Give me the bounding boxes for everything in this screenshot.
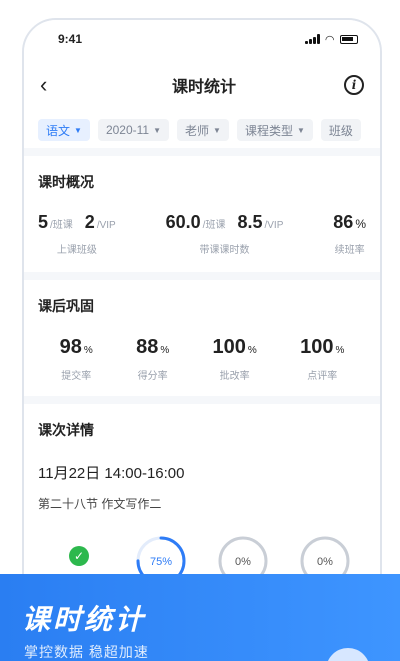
consolidation-title: 课后巩固	[38, 298, 94, 314]
caret-down-icon: ▼	[296, 125, 305, 135]
unit-label: /班课	[202, 220, 226, 231]
battery-icon	[340, 34, 358, 44]
phone-frame: 9:41 ◠ ‹ 课时统计 i 语文 ▼ 2020-11 ▼ 老师 ▼ 课程类型 ▼ 班…	[22, 18, 382, 661]
grading-rate: 100% 批改率	[213, 336, 257, 382]
rate-value: 100	[300, 336, 334, 358]
classes-count: 5	[38, 212, 49, 232]
overview-metrics: 5/班课 2/VIP 上课班级 60.0/班课 8.5/VIP 带课课时数 86…	[38, 192, 366, 272]
metric-label: 续班率	[334, 245, 365, 256]
metric-classes: 5/班课 2/VIP 上课班级	[38, 212, 116, 256]
unit-label: /班课	[50, 220, 73, 231]
hours-count: 60.0	[165, 212, 201, 232]
consolidation-metrics: 98% 提交率 88% 得分率 100% 批改率 100% 点评率	[38, 316, 366, 396]
check-icon: ✓	[69, 546, 89, 566]
banner-title: 课时统计	[22, 604, 147, 635]
filter-label: 班级	[328, 123, 353, 138]
metric-label: 上课班级	[56, 245, 97, 256]
ring-value: 0%	[235, 556, 251, 568]
banner-subtitle: 掌控数据 稳超加速	[24, 644, 149, 660]
nav-bar: ‹ 课时统计 i	[24, 58, 380, 112]
unit-label: /VIP	[264, 220, 284, 231]
rate-label: 提交率	[61, 371, 92, 382]
review-rate: 100% 点评率	[300, 336, 344, 382]
unit-label: %	[83, 345, 93, 356]
rate-label: 点评率	[307, 371, 338, 382]
ring-value: 0%	[317, 556, 333, 568]
filter-subject[interactable]: 语文 ▼	[38, 119, 90, 141]
hours-vip: 8.5	[237, 212, 263, 232]
unit-label: %	[160, 345, 170, 356]
consolidation-card: 课后巩固 98% 提交率 88% 得分率 100% 批改率 100% 点评率	[24, 280, 380, 396]
filter-label: 课程类型	[244, 123, 293, 138]
caret-down-icon: ▼	[153, 125, 162, 135]
filter-label: 语文	[46, 123, 71, 138]
score-rate: 88% 得分率	[136, 336, 169, 382]
unit-label: /VIP	[96, 220, 116, 231]
filter-teacher[interactable]: 老师 ▼	[177, 119, 229, 141]
filter-class[interactable]: 班级	[320, 119, 361, 141]
caret-down-icon: ▼	[213, 125, 221, 135]
status-bar: 9:41 ◠	[24, 20, 380, 58]
filter-course-type[interactable]: 课程类型 ▼	[236, 119, 313, 141]
promo-banner: 课时统计 掌控数据 稳超加速	[0, 574, 400, 661]
filter-label: 老师	[185, 123, 210, 138]
rate-value: 100	[212, 336, 246, 358]
status-time: 9:41	[58, 32, 83, 46]
unit-label: %	[335, 345, 345, 356]
signal-icon	[304, 34, 320, 44]
status-icons: ◠	[304, 33, 358, 46]
rate-label: 得分率	[137, 371, 168, 382]
banner-circle-icon	[326, 648, 370, 661]
rate-value: 98	[59, 336, 82, 358]
session-title: 课次详情	[38, 422, 94, 438]
classes-vip: 2	[84, 212, 95, 232]
metric-hours: 60.0/班课 8.5/VIP 带课课时数	[166, 212, 284, 256]
submit-rate: 98% 提交率	[60, 336, 93, 382]
info-icon[interactable]: i	[343, 75, 364, 95]
caret-down-icon: ▼	[74, 125, 82, 135]
unit-label: %	[355, 217, 366, 231]
session-time: 11月22日 14:00-16:00	[38, 465, 185, 482]
page-title: 课时统计	[171, 79, 236, 96]
metric-continuation: 86% 续班率	[333, 212, 366, 256]
unit-label: %	[247, 345, 257, 356]
overview-title: 课时概况	[38, 174, 94, 190]
wifi-icon: ◠	[325, 33, 334, 46]
filter-month[interactable]: 2020-11 ▼	[97, 119, 170, 141]
session-name: 第二十八节 作文写作二	[38, 497, 162, 511]
back-icon[interactable]: ‹	[40, 72, 64, 98]
filter-bar: 语文 ▼ 2020-11 ▼ 老师 ▼ 课程类型 ▼ 班级	[24, 112, 380, 148]
continuation-value: 86	[333, 212, 354, 232]
metric-label: 带课课时数	[199, 245, 250, 256]
rate-value: 88	[136, 336, 159, 358]
overview-card: 课时概况 5/班课 2/VIP 上课班级 60.0/班课 8.5/VIP 带课课…	[24, 156, 380, 272]
ring-value: 75%	[150, 556, 172, 568]
rate-label: 批改率	[219, 371, 250, 382]
filter-label: 2020-11	[105, 123, 150, 137]
